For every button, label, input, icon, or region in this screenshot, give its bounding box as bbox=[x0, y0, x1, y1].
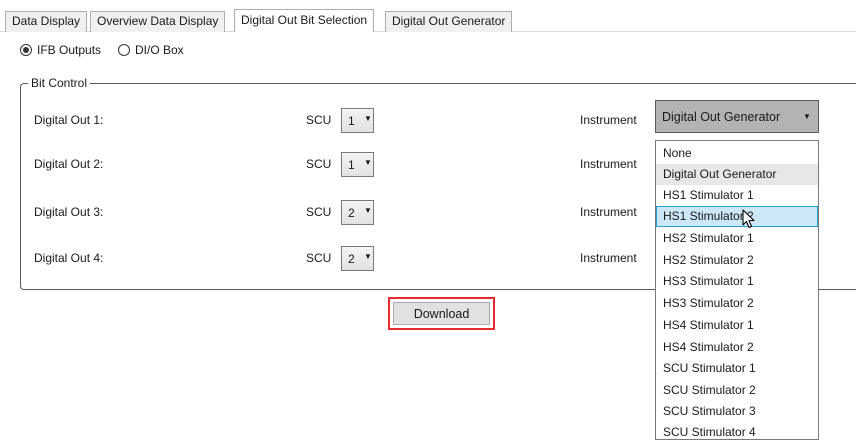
tab-bar: Data Display Overview Data Display Digit… bbox=[0, 0, 856, 32]
dropdown-option[interactable]: HS3 Stimulator 2 bbox=[656, 293, 818, 314]
instrument-label: Instrument bbox=[580, 205, 637, 219]
radio-dio-box-label: DI/O Box bbox=[135, 43, 184, 57]
digital-out-2-label: Digital Out 2: bbox=[34, 157, 104, 171]
chevron-down-icon: ▼ bbox=[364, 252, 372, 261]
chevron-down-icon: ▼ bbox=[364, 158, 372, 167]
digital-out-1-label: Digital Out 1: bbox=[34, 113, 104, 127]
radio-ifb-outputs[interactable]: IFB Outputs bbox=[20, 43, 101, 57]
instrument-value: Digital Out Generator bbox=[662, 110, 781, 124]
radio-dio-box[interactable]: DI/O Box bbox=[118, 43, 184, 57]
scu-value: 2 bbox=[348, 252, 355, 266]
scu-label: SCU bbox=[306, 251, 332, 265]
tab-data-display[interactable]: Data Display bbox=[5, 11, 88, 32]
scu-label: SCU bbox=[306, 205, 332, 219]
chevron-down-icon: ▼ bbox=[364, 114, 372, 123]
download-button-highlight: Download bbox=[388, 297, 495, 330]
bit-control-title: Bit Control bbox=[28, 76, 91, 90]
chevron-down-icon: ▼ bbox=[803, 112, 811, 121]
digital-out-4-label: Digital Out 4: bbox=[34, 251, 104, 265]
digital-out-3-label: Digital Out 3: bbox=[34, 205, 104, 219]
radio-unselected-icon bbox=[118, 44, 130, 56]
scu-label: SCU bbox=[306, 113, 332, 127]
radio-ifb-outputs-label: IFB Outputs bbox=[37, 43, 102, 57]
tab-digital-out-generator[interactable]: Digital Out Generator bbox=[385, 11, 513, 32]
scu-value: 1 bbox=[348, 114, 355, 128]
dropdown-option[interactable]: SCU Stimulator 1 bbox=[656, 358, 818, 379]
instrument-label: Instrument bbox=[580, 157, 637, 171]
radio-selected-icon bbox=[20, 44, 32, 56]
instrument-dropdown-list[interactable]: None Digital Out Generator HS1 Stimulato… bbox=[655, 140, 819, 440]
dropdown-option[interactable]: HS2 Stimulator 2 bbox=[656, 250, 818, 271]
dropdown-option[interactable]: HS4 Stimulator 1 bbox=[656, 315, 818, 336]
mouse-pointer-icon bbox=[742, 209, 755, 229]
dropdown-option[interactable]: HS1 Stimulator 1 bbox=[656, 185, 818, 206]
scu-value: 1 bbox=[348, 158, 355, 172]
chevron-down-icon: ▼ bbox=[364, 206, 372, 215]
dropdown-option[interactable]: Digital Out Generator bbox=[656, 164, 818, 185]
dropdown-option-hovered[interactable]: HS1 Stimulator 2 bbox=[656, 206, 818, 227]
scu-select-4[interactable]: 2 ▼ bbox=[341, 246, 374, 271]
instrument-label: Instrument bbox=[580, 113, 637, 127]
dropdown-option[interactable]: HS3 Stimulator 1 bbox=[656, 271, 818, 292]
dropdown-option[interactable]: HS2 Stimulator 1 bbox=[656, 228, 818, 249]
instrument-select-1[interactable]: Digital Out Generator ▼ bbox=[655, 100, 819, 133]
scu-label: SCU bbox=[306, 157, 332, 171]
dropdown-option[interactable]: SCU Stimulator 2 bbox=[656, 380, 818, 401]
dropdown-option[interactable]: HS4 Stimulator 2 bbox=[656, 337, 818, 358]
tab-overview-data-display[interactable]: Overview Data Display bbox=[90, 11, 226, 32]
instrument-label: Instrument bbox=[580, 251, 637, 265]
scu-select-3[interactable]: 2 ▼ bbox=[341, 200, 374, 225]
scu-value: 2 bbox=[348, 206, 355, 220]
download-button[interactable]: Download bbox=[393, 302, 490, 325]
dropdown-option[interactable]: SCU Stimulator 3 bbox=[656, 401, 818, 422]
scu-select-2[interactable]: 1 ▼ bbox=[341, 152, 374, 177]
dropdown-option[interactable]: None bbox=[656, 143, 818, 164]
tab-digital-out-bit-selection[interactable]: Digital Out Bit Selection bbox=[234, 9, 375, 32]
dropdown-option[interactable]: SCU Stimulator 4 bbox=[656, 422, 818, 439]
scu-select-1[interactable]: 1 ▼ bbox=[341, 108, 374, 133]
